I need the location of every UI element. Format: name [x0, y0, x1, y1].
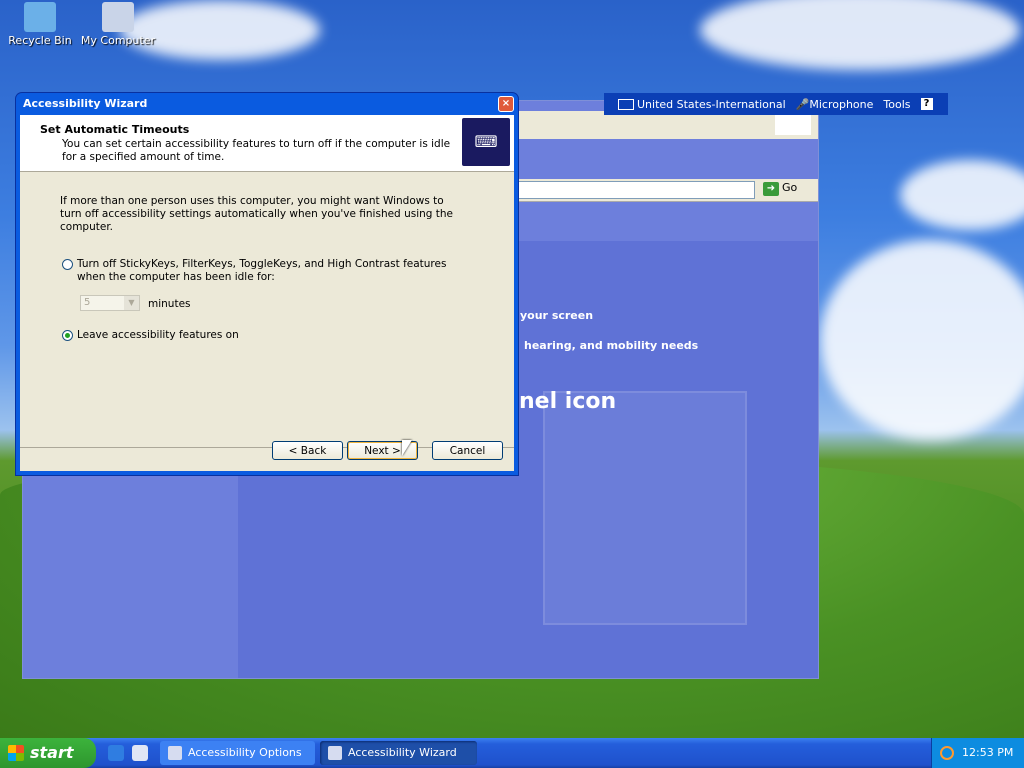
wizard-header: Set Automatic Timeouts You can set certa… — [20, 115, 514, 172]
my-computer-icon — [102, 2, 134, 32]
dialog-title: Accessibility Wizard — [23, 97, 148, 110]
mouse-cursor-icon — [402, 440, 412, 456]
task-label: Accessibility Wizard — [348, 746, 457, 759]
task-button-accessibility-options[interactable]: Accessibility Options — [160, 741, 315, 765]
keyboard-icon — [618, 99, 634, 110]
minutes-value: 5 — [84, 297, 91, 308]
cancel-button[interactable]: Cancel — [432, 441, 503, 460]
microphone-label: Microphone — [809, 97, 874, 111]
microphone-button[interactable]: 🎤Microphone — [796, 98, 874, 111]
accessibility-wizard-icon — [328, 746, 342, 760]
language-button[interactable]: United States-International — [618, 98, 786, 111]
task-label: Accessibility Options — [188, 746, 302, 759]
task-button-accessibility-wizard[interactable]: Accessibility Wizard — [320, 741, 477, 765]
start-button[interactable]: start — [0, 738, 96, 768]
control-panel-heading: nel icon — [519, 389, 617, 414]
checkmark-watermark — [543, 391, 747, 625]
task-link[interactable]: your screen — [520, 309, 593, 322]
chevron-down-icon: ▼ — [124, 296, 139, 310]
taskbar: start Accessibility Options Accessibilit… — [0, 738, 1024, 768]
back-button[interactable]: < Back — [272, 441, 343, 460]
cloud — [900, 160, 1024, 230]
go-button[interactable]: ➜ Go — [763, 181, 797, 196]
recycle-bin-icon — [24, 2, 56, 32]
language-label: United States-International — [637, 97, 786, 111]
magnifier-icon[interactable] — [940, 746, 954, 760]
leave-on-label[interactable]: Leave accessibility features on — [77, 329, 239, 342]
step-description: You can set certain accessibility featur… — [62, 138, 451, 163]
system-tray: 12:53 PM — [931, 738, 1024, 768]
close-button[interactable]: × — [498, 96, 514, 112]
turn-off-label[interactable]: Turn off StickyKeys, FilterKeys, ToggleK… — [77, 258, 477, 284]
step-title: Set Automatic Timeouts — [40, 123, 190, 136]
minutes-dropdown[interactable]: 5 ▼ — [80, 295, 140, 311]
desktop-icon-my-computer[interactable]: My Computer — [78, 2, 158, 47]
go-label: Go — [782, 181, 798, 194]
clock[interactable]: 12:53 PM — [962, 738, 1013, 768]
language-bar[interactable]: United States-International 🎤Microphone … — [604, 93, 948, 115]
wizard-logo-icon: ⌨ — [462, 118, 510, 166]
help-icon[interactable]: ? — [920, 98, 933, 110]
show-desktop-icon[interactable] — [132, 745, 148, 761]
cloud — [700, 0, 1020, 70]
go-arrow-icon: ➜ — [763, 182, 779, 196]
desktop-icon-label: Recycle Bin — [8, 34, 72, 47]
cloud — [820, 240, 1024, 440]
desktop-icon-label: My Computer — [80, 34, 156, 47]
turn-off-radio[interactable] — [62, 259, 73, 270]
internet-explorer-icon[interactable] — [108, 745, 124, 761]
intro-text: If more than one person uses this comput… — [60, 195, 453, 233]
windows-logo-icon — [8, 745, 24, 761]
start-label: start — [30, 743, 74, 762]
accessibility-options-icon — [168, 746, 182, 760]
leave-on-radio[interactable] — [62, 330, 73, 341]
accessibility-wizard-dialog: Accessibility Wizard × Set Automatic Tim… — [16, 93, 518, 475]
windows-flag-icon — [775, 115, 811, 135]
task-link[interactable]: hearing, and mobility needs — [524, 339, 698, 352]
minutes-label: minutes — [148, 298, 191, 310]
dialog-body: Set Automatic Timeouts You can set certa… — [20, 115, 514, 471]
tools-button[interactable]: Tools — [883, 98, 910, 111]
address-input[interactable] — [513, 181, 755, 199]
desktop-icon-recycle-bin[interactable]: Recycle Bin — [0, 2, 80, 47]
tools-label: Tools — [883, 97, 911, 111]
